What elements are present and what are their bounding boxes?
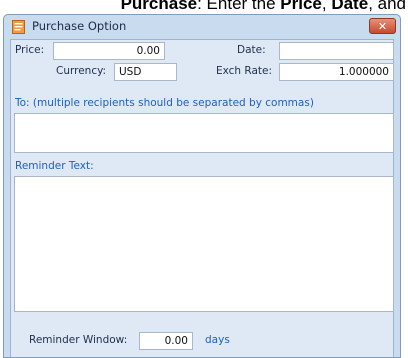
reminder-text-input[interactable] (14, 176, 394, 312)
reminder-window-label: Reminder Window: (29, 334, 128, 346)
exch-rate-label: Exch Rate: (216, 65, 273, 77)
currency-label: Currency: (56, 65, 107, 77)
caption-segment: , and (368, 0, 406, 13)
to-label: To: (multiple recipients should be separ… (15, 97, 314, 109)
title-bar[interactable]: Purchase Option ✕ (4, 15, 400, 39)
date-input[interactable] (279, 42, 394, 60)
caption-bold-price: Price (280, 0, 322, 13)
document-icon (12, 20, 25, 34)
dialog-body: Price: 0.00 Date: Currency: USD Exch Rat… (10, 39, 394, 357)
close-icon: ✕ (377, 20, 388, 33)
price-label: Price: (15, 44, 45, 56)
reminder-text-label: Reminder Text: (15, 160, 94, 172)
caption-bold-date: Date (331, 0, 369, 13)
price-input[interactable]: 0.00 (53, 42, 165, 60)
close-button[interactable]: ✕ (369, 18, 396, 34)
exch-rate-input[interactable]: 1.000000 (279, 63, 394, 81)
currency-input[interactable]: USD (114, 63, 177, 81)
window-title: Purchase Option (32, 19, 127, 33)
caption-segment: , (321, 0, 332, 13)
reminder-window-unit: days (205, 334, 230, 346)
purchase-option-dialog: Purchase Option ✕ Price: 0.00 Date: Curr… (3, 14, 401, 358)
caption-segment: : Enter the (197, 0, 281, 13)
to-recipients-input[interactable] (14, 113, 394, 153)
caption-bold-purchase: Purchase (120, 0, 198, 13)
reminder-window-input[interactable]: 0.00 (139, 332, 193, 350)
date-label: Date: (237, 44, 266, 56)
